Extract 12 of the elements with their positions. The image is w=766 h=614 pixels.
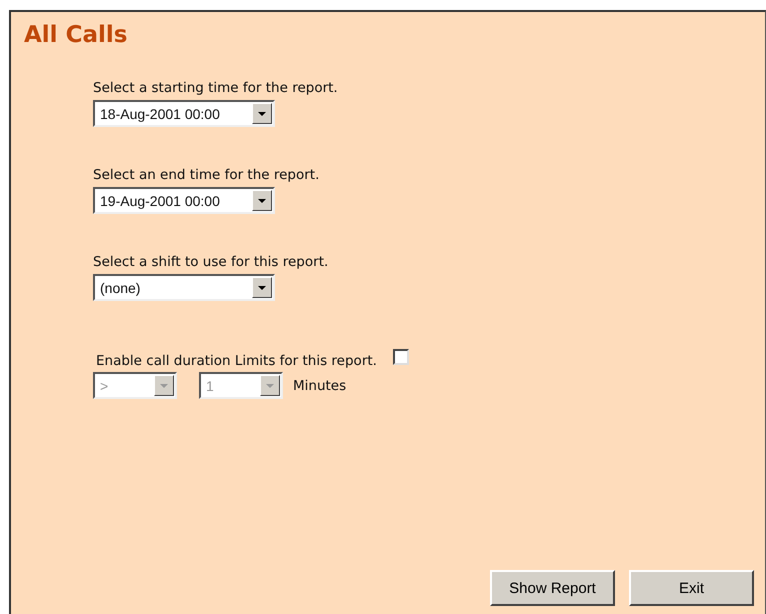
field-label: Select a shift to use for this report. <box>93 254 328 270</box>
field-label: Select a starting time for the report. <box>93 80 338 96</box>
dropdown[interactable]: 19-Aug-2001 00:00 <box>93 187 275 214</box>
checkbox-label: Enable call duration Limits for this report. <box>96 353 377 369</box>
dialog-button[interactable]: Show Report <box>490 570 615 606</box>
dialog-button[interactable]: Exit <box>629 570 754 606</box>
unit-label: Minutes <box>293 378 346 394</box>
dropdown[interactable]: (none) <box>93 274 275 301</box>
checkbox[interactable] <box>392 349 409 365</box>
field-label: Select an end time for the report. <box>93 167 320 183</box>
dropdown[interactable]: 18-Aug-2001 00:00 <box>93 100 275 127</box>
page-title: All Calls <box>23 21 128 48</box>
